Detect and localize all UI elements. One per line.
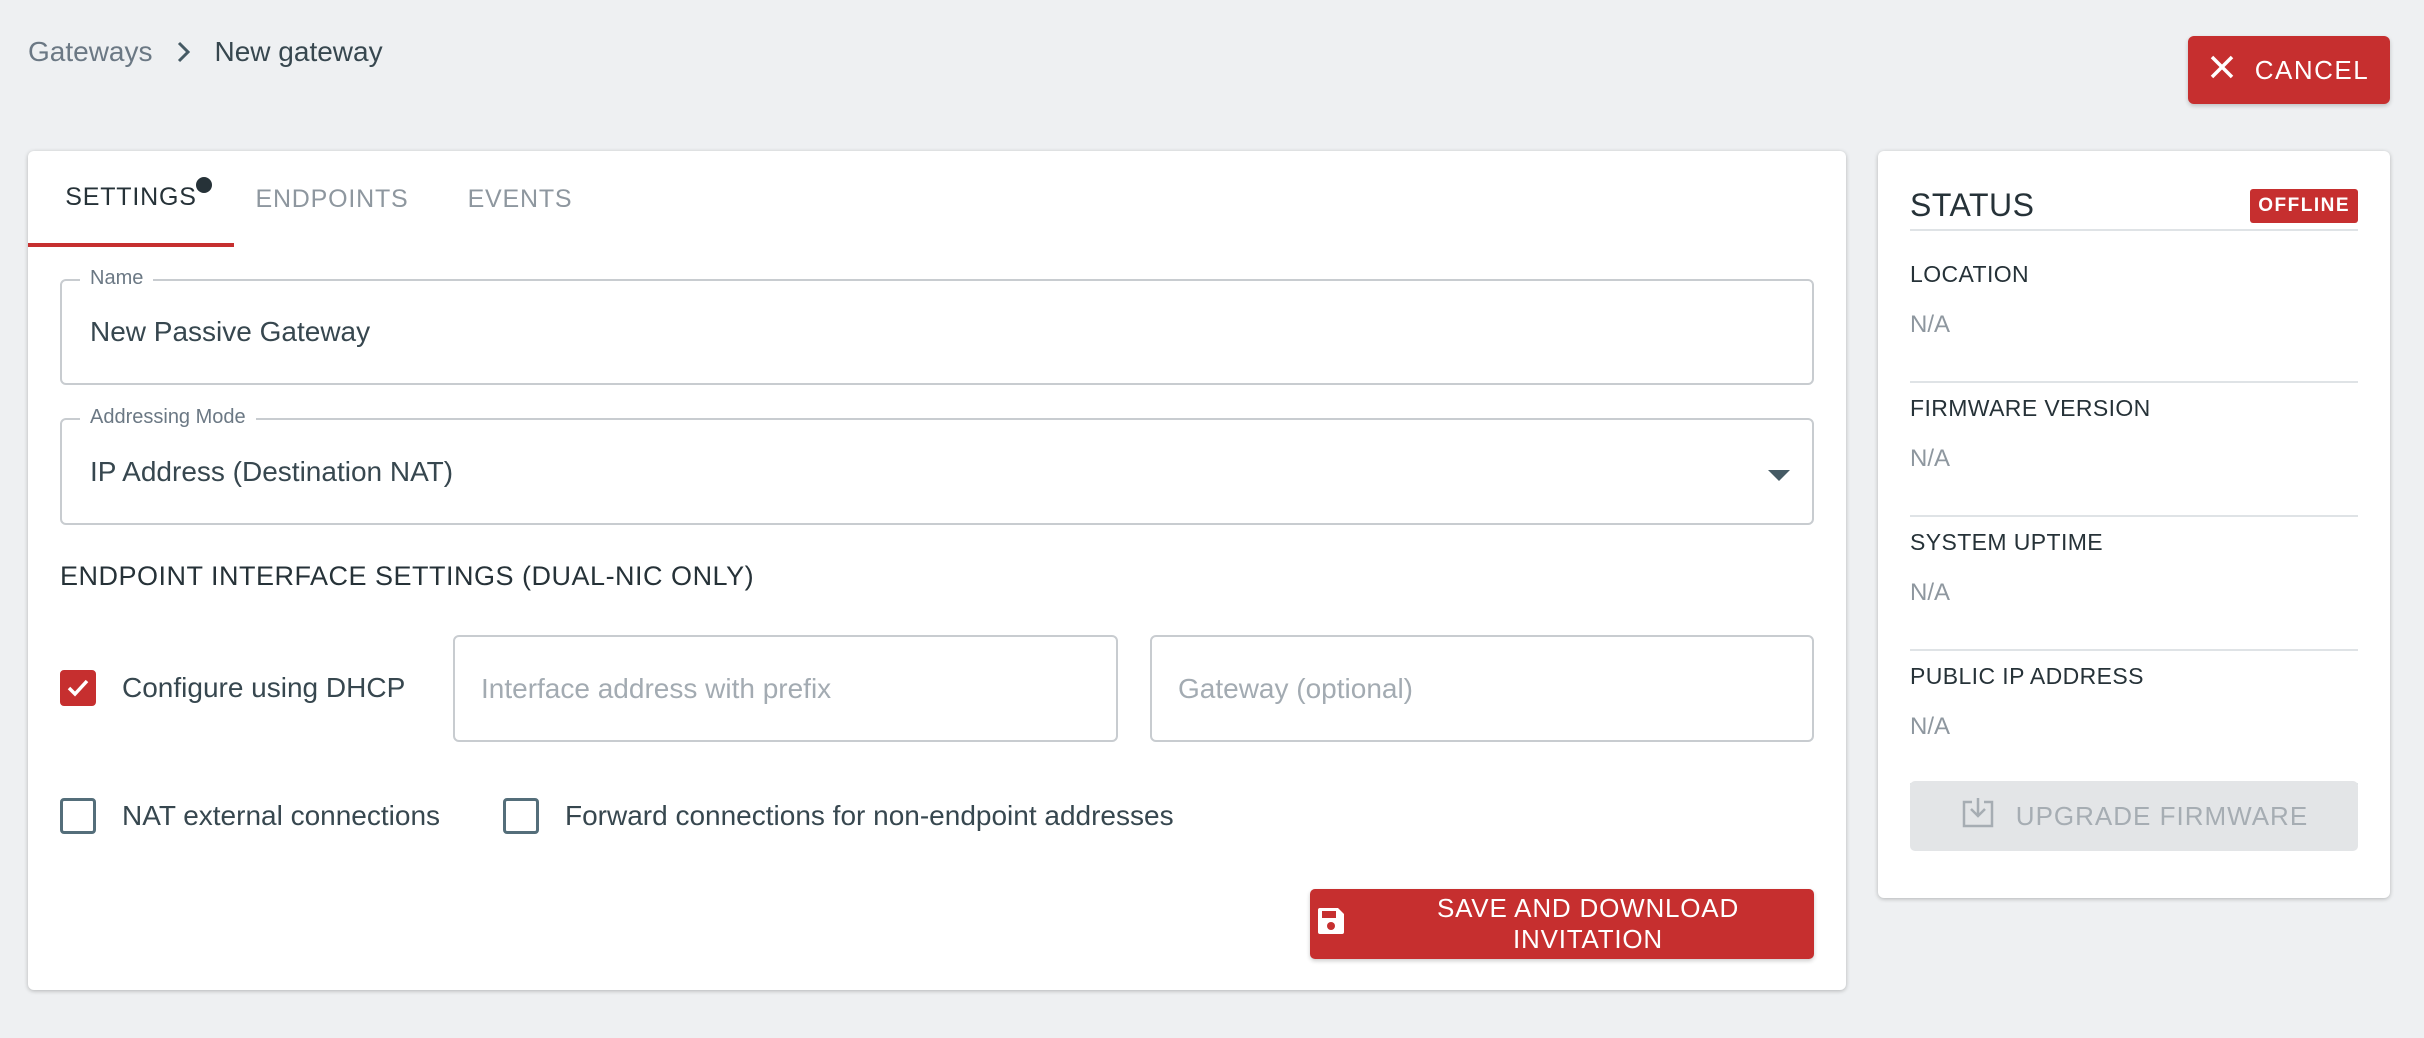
nat-external-checkbox[interactable]: NAT external connections xyxy=(60,798,440,834)
status-item-label: LOCATION xyxy=(1910,261,2030,287)
status-item-label: FIRMWARE VERSION xyxy=(1910,395,2151,421)
tab-settings-label: SETTINGS xyxy=(65,182,197,211)
checkbox-unchecked-icon xyxy=(60,798,96,834)
interface-address-input[interactable] xyxy=(453,635,1118,742)
upgrade-firmware-button[interactable]: UPGRADE FIRMWARE xyxy=(1910,781,2358,851)
forward-non-endpoint-checkbox[interactable]: Forward connections for non-endpoint add… xyxy=(503,798,1174,834)
status-item-value: N/A xyxy=(1910,311,1951,338)
tab-events[interactable]: EVENTS xyxy=(430,151,610,247)
status-item-firmware-version: FIRMWARE VERSION N/A xyxy=(1910,383,2358,517)
name-field-value: New Passive Gateway xyxy=(90,316,371,347)
save-label: SAVE AND DOWNLOAD INVITATION xyxy=(1436,893,1740,954)
endpoint-interface-section-title: ENDPOINT INTERFACE SETTINGS (DUAL-NIC ON… xyxy=(60,561,755,591)
status-item-location: LOCATION N/A xyxy=(1910,249,2358,383)
status-header: STATUS OFFLINE xyxy=(1910,187,2358,231)
nat-external-label: NAT external connections xyxy=(122,800,441,831)
dhcp-label: Configure using DHCP xyxy=(122,672,406,703)
checkbox-unchecked-icon xyxy=(503,798,539,834)
breadcrumb-current: New gateway xyxy=(214,36,383,67)
status-item-label: SYSTEM UPTIME xyxy=(1910,529,2104,555)
status-item-system-uptime: SYSTEM UPTIME N/A xyxy=(1910,517,2358,651)
checkbox-checked-icon xyxy=(60,670,96,706)
dhcp-checkbox[interactable]: Configure using DHCP xyxy=(60,670,405,706)
tab-endpoints-label: ENDPOINTS xyxy=(255,184,409,213)
tab-bar: SETTINGS ENDPOINTS EVENTS xyxy=(28,151,610,247)
tab-events-label: EVENTS xyxy=(467,184,573,213)
save-and-download-button[interactable]: SAVE AND DOWNLOAD INVITATION xyxy=(1310,889,1814,959)
status-item-public-ip: PUBLIC IP ADDRESS N/A xyxy=(1910,651,2358,785)
save-icon xyxy=(1316,906,1346,943)
cancel-label: CANCEL xyxy=(2254,54,2370,85)
close-icon xyxy=(2209,54,2235,87)
chevron-right-icon xyxy=(177,41,191,63)
cancel-button[interactable]: CANCEL xyxy=(2188,36,2390,104)
status-badge: OFFLINE xyxy=(2250,189,2358,223)
status-item-label: PUBLIC IP ADDRESS xyxy=(1910,663,2144,689)
name-field-label: Name xyxy=(80,267,154,290)
status-title: STATUS xyxy=(1910,187,2035,223)
status-item-value: N/A xyxy=(1910,579,1951,606)
breadcrumb-gateways-link[interactable]: Gateways xyxy=(28,36,153,68)
tab-endpoints[interactable]: ENDPOINTS xyxy=(234,151,430,247)
breadcrumb: Gateways New gateway xyxy=(28,36,383,68)
status-item-value: N/A xyxy=(1910,445,1951,472)
gateway-settings-card: SETTINGS ENDPOINTS EVENTS Name New Passi… xyxy=(28,151,1846,990)
addressing-mode-select[interactable]: Addressing Mode IP Address (Destination … xyxy=(60,406,1814,525)
forward-non-endpoint-label: Forward connections for non-endpoint add… xyxy=(565,800,1174,831)
addressing-mode-label: Addressing Mode xyxy=(80,406,256,429)
name-field[interactable]: Name New Passive Gateway xyxy=(60,267,1814,385)
addressing-mode-value: IP Address (Destination NAT) xyxy=(90,455,454,487)
caret-down-icon xyxy=(1768,470,1790,481)
download-icon xyxy=(1960,796,1996,837)
tab-settings[interactable]: SETTINGS xyxy=(28,151,234,247)
status-card: STATUS OFFLINE LOCATION N/A FIRMWARE VER… xyxy=(1878,151,2390,898)
unsaved-indicator-dot xyxy=(196,177,212,193)
gateway-input[interactable] xyxy=(1150,635,1814,742)
upgrade-firmware-label: UPGRADE FIRMWARE xyxy=(2015,800,2309,831)
status-item-value: N/A xyxy=(1910,713,1951,740)
